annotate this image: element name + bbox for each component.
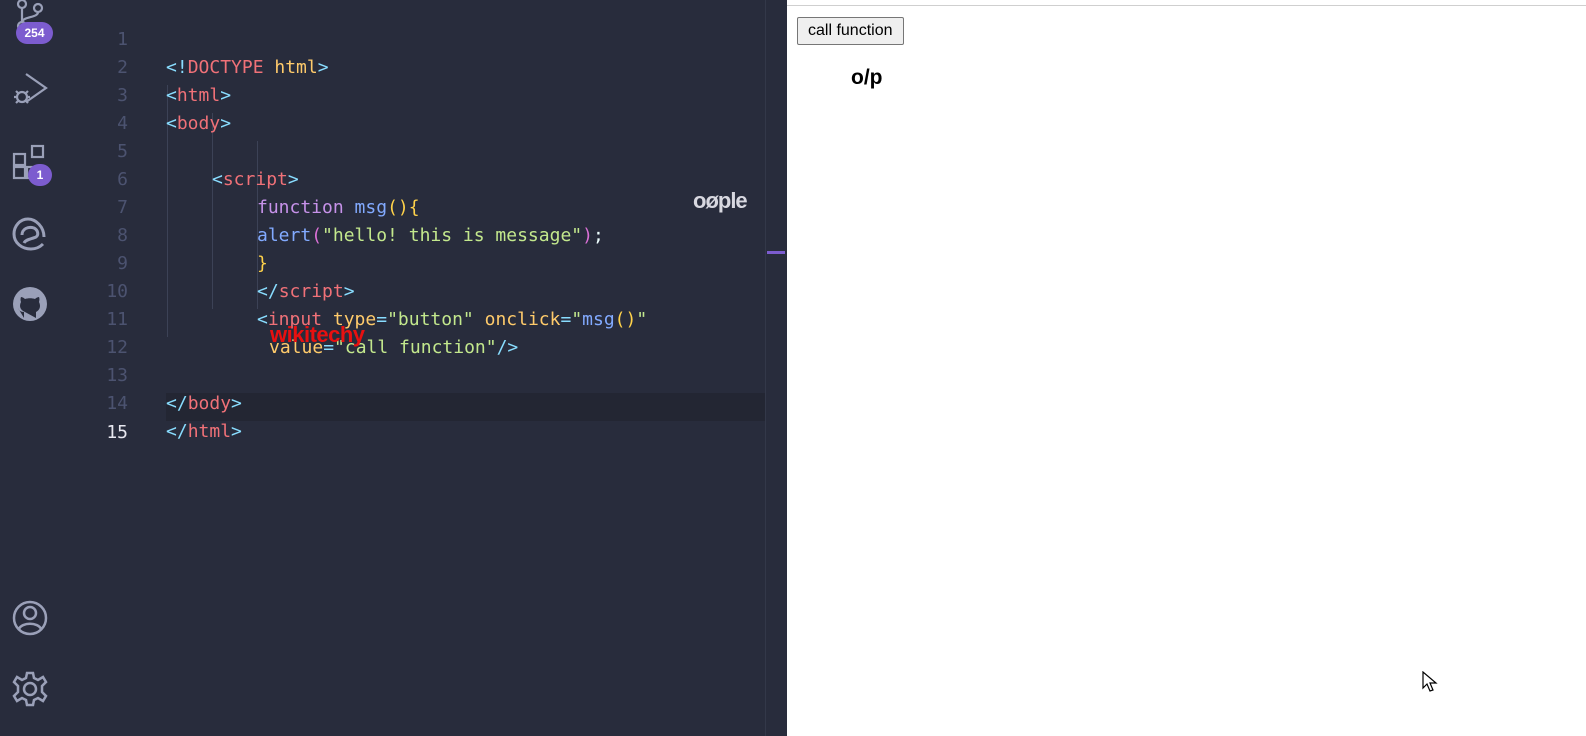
github-icon[interactable]	[8, 282, 52, 326]
code-line: 12	[62, 306, 765, 358]
preview-pane: call function o/p	[787, 0, 1586, 736]
edge-browser-icon[interactable]	[8, 211, 52, 255]
code-line: 9 </script>	[62, 222, 765, 302]
code-line: 14 </html>	[62, 362, 765, 442]
code-line: 6 function msg(){	[62, 138, 765, 218]
mouse-cursor-icon	[1422, 671, 1438, 692]
code-line: 13 </body>	[62, 334, 765, 414]
code-line: 8 }	[62, 194, 765, 274]
code-line: 5 <script>	[62, 110, 765, 190]
code-line: 2 <html>	[62, 26, 765, 106]
run-debug-icon[interactable]	[8, 66, 52, 110]
code-line: 15	[62, 391, 765, 443]
wikitechy-watermark: wikitechy	[270, 322, 365, 347]
call-function-button[interactable]: call function	[797, 17, 904, 45]
line-number: 15	[106, 422, 128, 443]
output-label: o/p	[851, 66, 883, 89]
editor-scrollbar[interactable]	[765, 0, 787, 736]
code-line: 4	[62, 82, 765, 134]
code-editor[interactable]: 1 <!DOCTYPE html> 2 <html> 3 <body> 4 5 …	[62, 0, 827, 736]
preview-divider	[787, 5, 1586, 6]
scrollbar-marker	[767, 251, 785, 254]
account-icon[interactable]	[8, 596, 52, 640]
code-line: 7 alert("hello! this is message");	[62, 166, 765, 246]
code-line: 1 <!DOCTYPE html>	[62, 0, 765, 78]
code-line: 11 value="call function"/>	[62, 278, 765, 358]
corner-watermark: oøple	[693, 188, 748, 213]
code-line: 10 <input type="button" onclick="msg()"	[62, 250, 765, 330]
settings-gear-icon[interactable]	[8, 667, 52, 711]
activity-bar: 254 1	[0, 0, 62, 736]
source-control-badge: 254	[16, 22, 53, 44]
extensions-badge: 1	[28, 164, 52, 186]
code-line: 3 <body>	[62, 54, 765, 134]
